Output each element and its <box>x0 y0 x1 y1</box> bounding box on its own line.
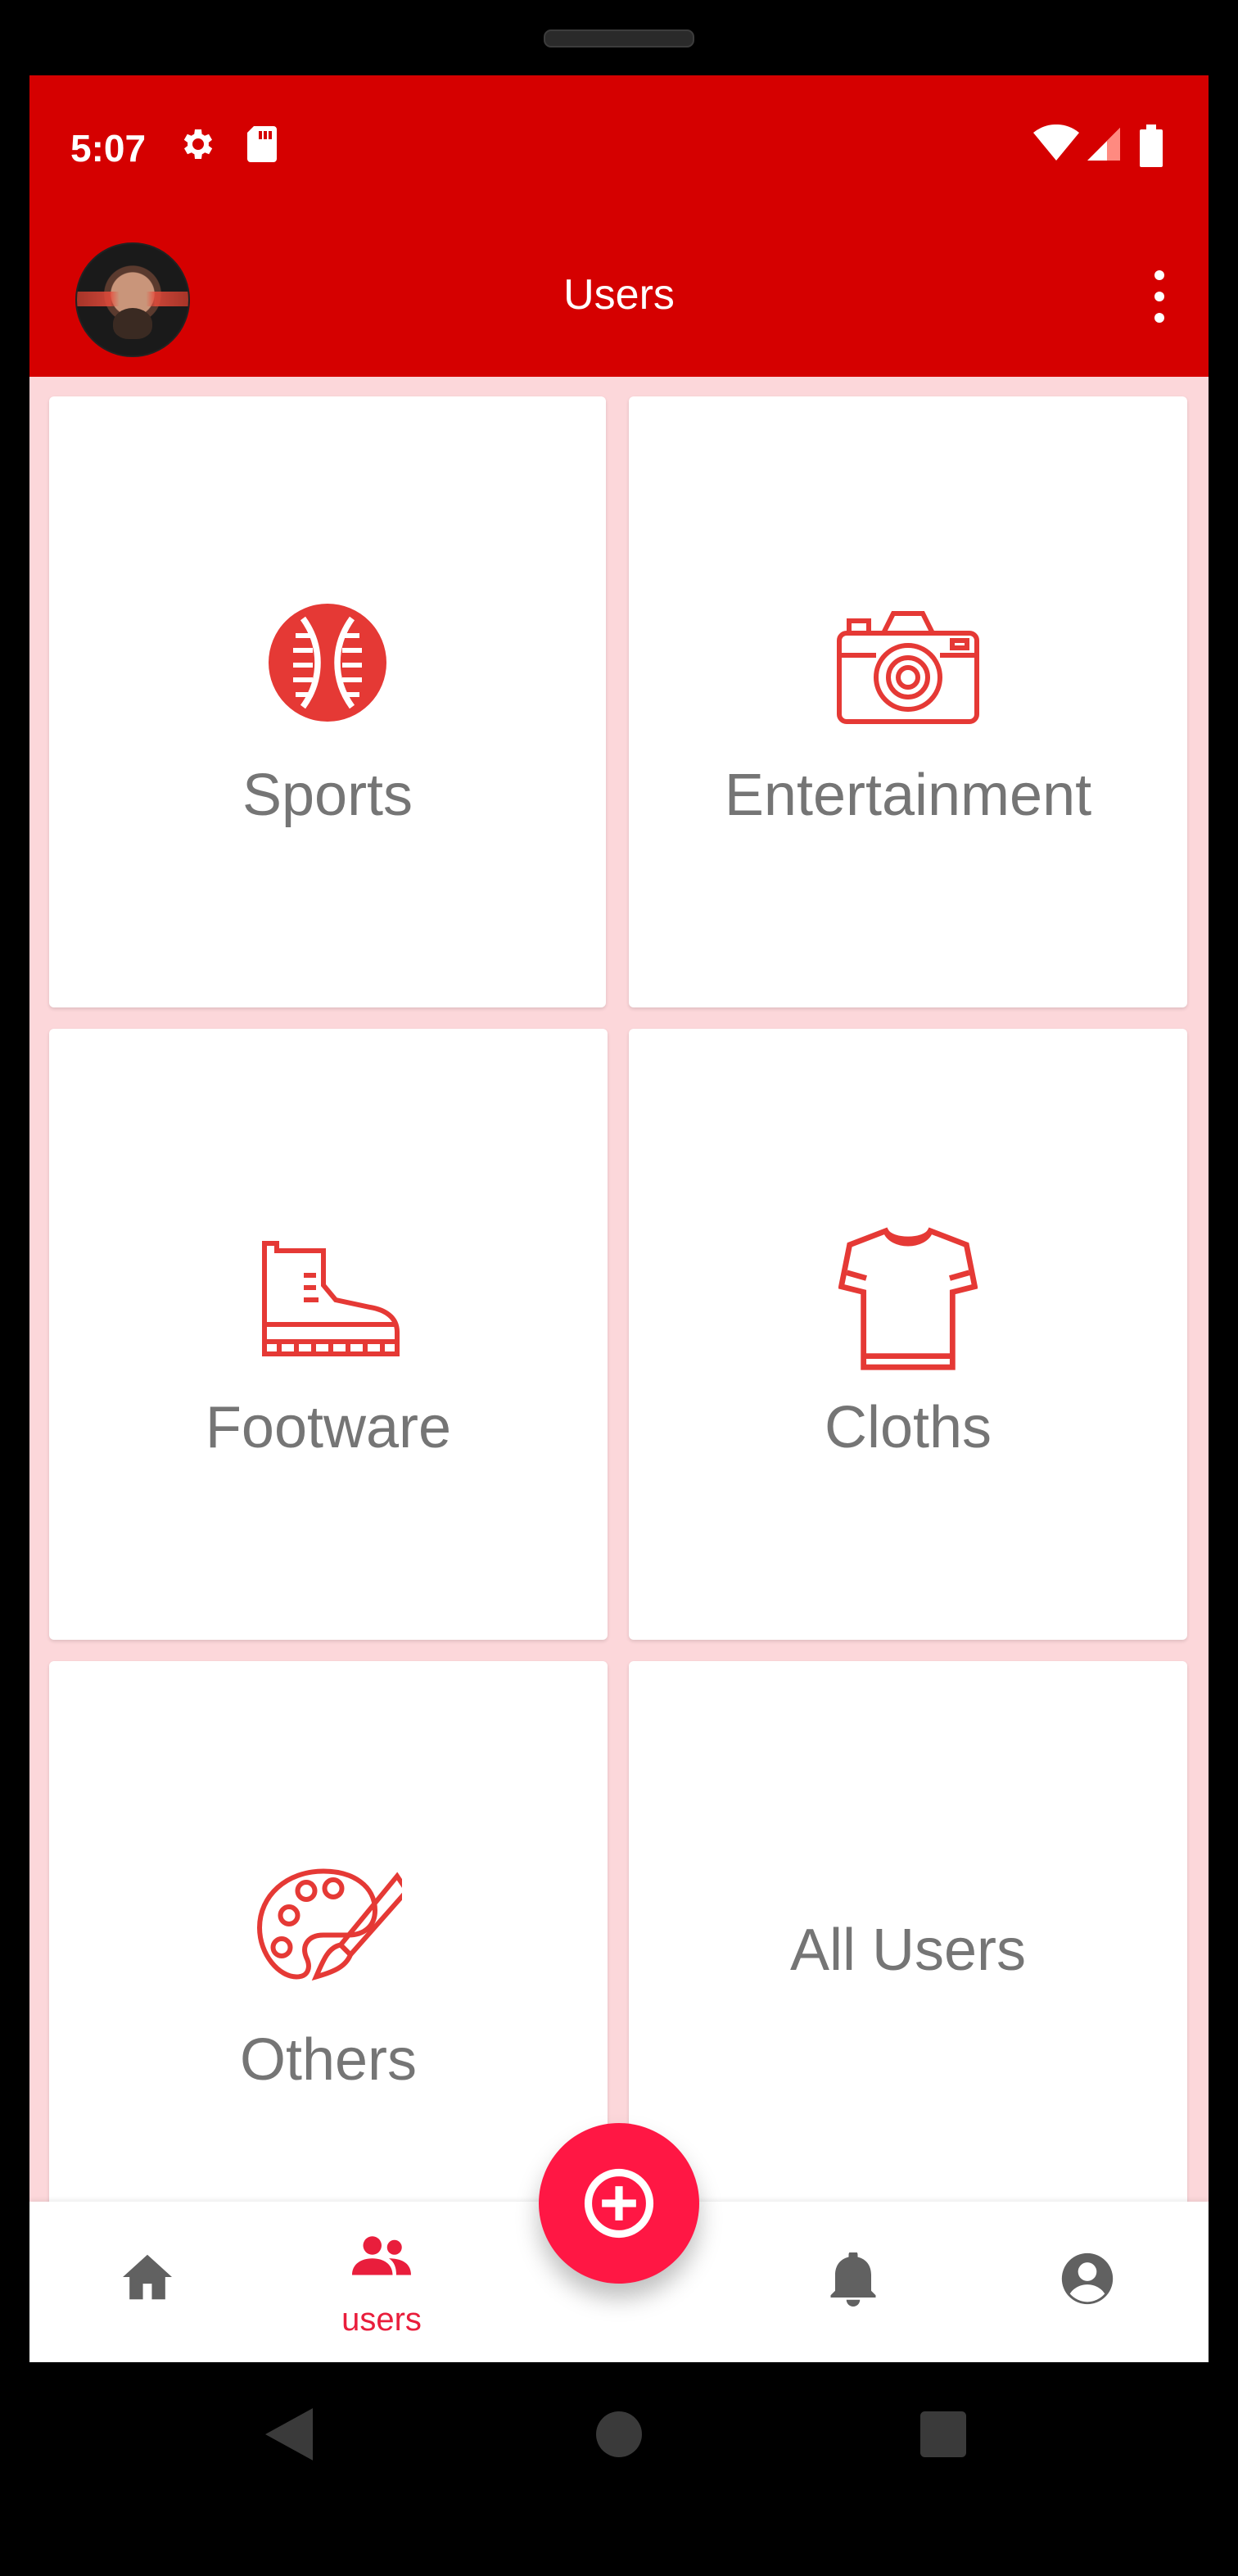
signal-icon <box>1087 128 1120 161</box>
status-bar: 5:07 <box>29 75 1209 220</box>
gear-icon <box>183 129 213 159</box>
category-card-all-users[interactable]: All Users <box>629 1661 1187 2272</box>
nav-users[interactable]: users <box>300 2202 463 2362</box>
system-navigation-bar <box>0 2362 1238 2526</box>
category-label: Entertainment <box>724 763 1092 828</box>
category-label: Sports <box>242 763 413 828</box>
category-label: Cloths <box>824 1395 992 1460</box>
boot-icon <box>262 1241 400 1356</box>
sd-card-icon <box>247 126 277 162</box>
nav-notifications[interactable] <box>771 2202 935 2362</box>
recents-icon[interactable] <box>920 2411 966 2457</box>
home-icon <box>123 2254 172 2300</box>
speaker-grille <box>544 29 694 48</box>
phone-frame: 5:07 Users Sports Entertainment Footware… <box>0 0 1238 2576</box>
nav-users-label: users <box>341 2302 422 2338</box>
tshirt-icon <box>838 1227 978 1370</box>
category-label: Footware <box>205 1395 452 1460</box>
wifi-icon <box>1033 124 1079 161</box>
category-label: Others <box>239 2027 418 2093</box>
bell-icon <box>830 2252 876 2307</box>
add-circle-icon <box>584 2168 654 2239</box>
nav-home[interactable] <box>66 2202 229 2362</box>
more-vert-icon[interactable] <box>1127 260 1192 334</box>
back-icon[interactable] <box>265 2408 313 2461</box>
category-card-entertainment[interactable]: Entertainment <box>629 396 1187 1007</box>
palette-icon <box>256 1868 402 1981</box>
category-label: All Users <box>789 1917 1027 1983</box>
home-circle-icon[interactable] <box>596 2411 642 2457</box>
page-title: Users <box>563 271 675 319</box>
add-fab-button[interactable] <box>539 2123 699 2284</box>
baseball-icon <box>269 604 386 722</box>
battery-icon <box>1140 124 1163 167</box>
category-card-footware[interactable]: Footware <box>49 1029 608 1640</box>
category-card-sports[interactable]: Sports <box>49 396 606 1007</box>
users-icon <box>352 2236 411 2275</box>
category-card-cloths[interactable]: Cloths <box>629 1029 1187 1640</box>
nav-profile[interactable] <box>1005 2202 1169 2362</box>
status-time: 5:07 <box>70 127 147 170</box>
account-circle-icon <box>1061 2252 1114 2305</box>
category-card-others[interactable]: Others <box>49 1661 608 2272</box>
app-screen: 5:07 Users Sports Entertainment Footware… <box>29 75 1209 2362</box>
camera-icon <box>837 611 979 724</box>
